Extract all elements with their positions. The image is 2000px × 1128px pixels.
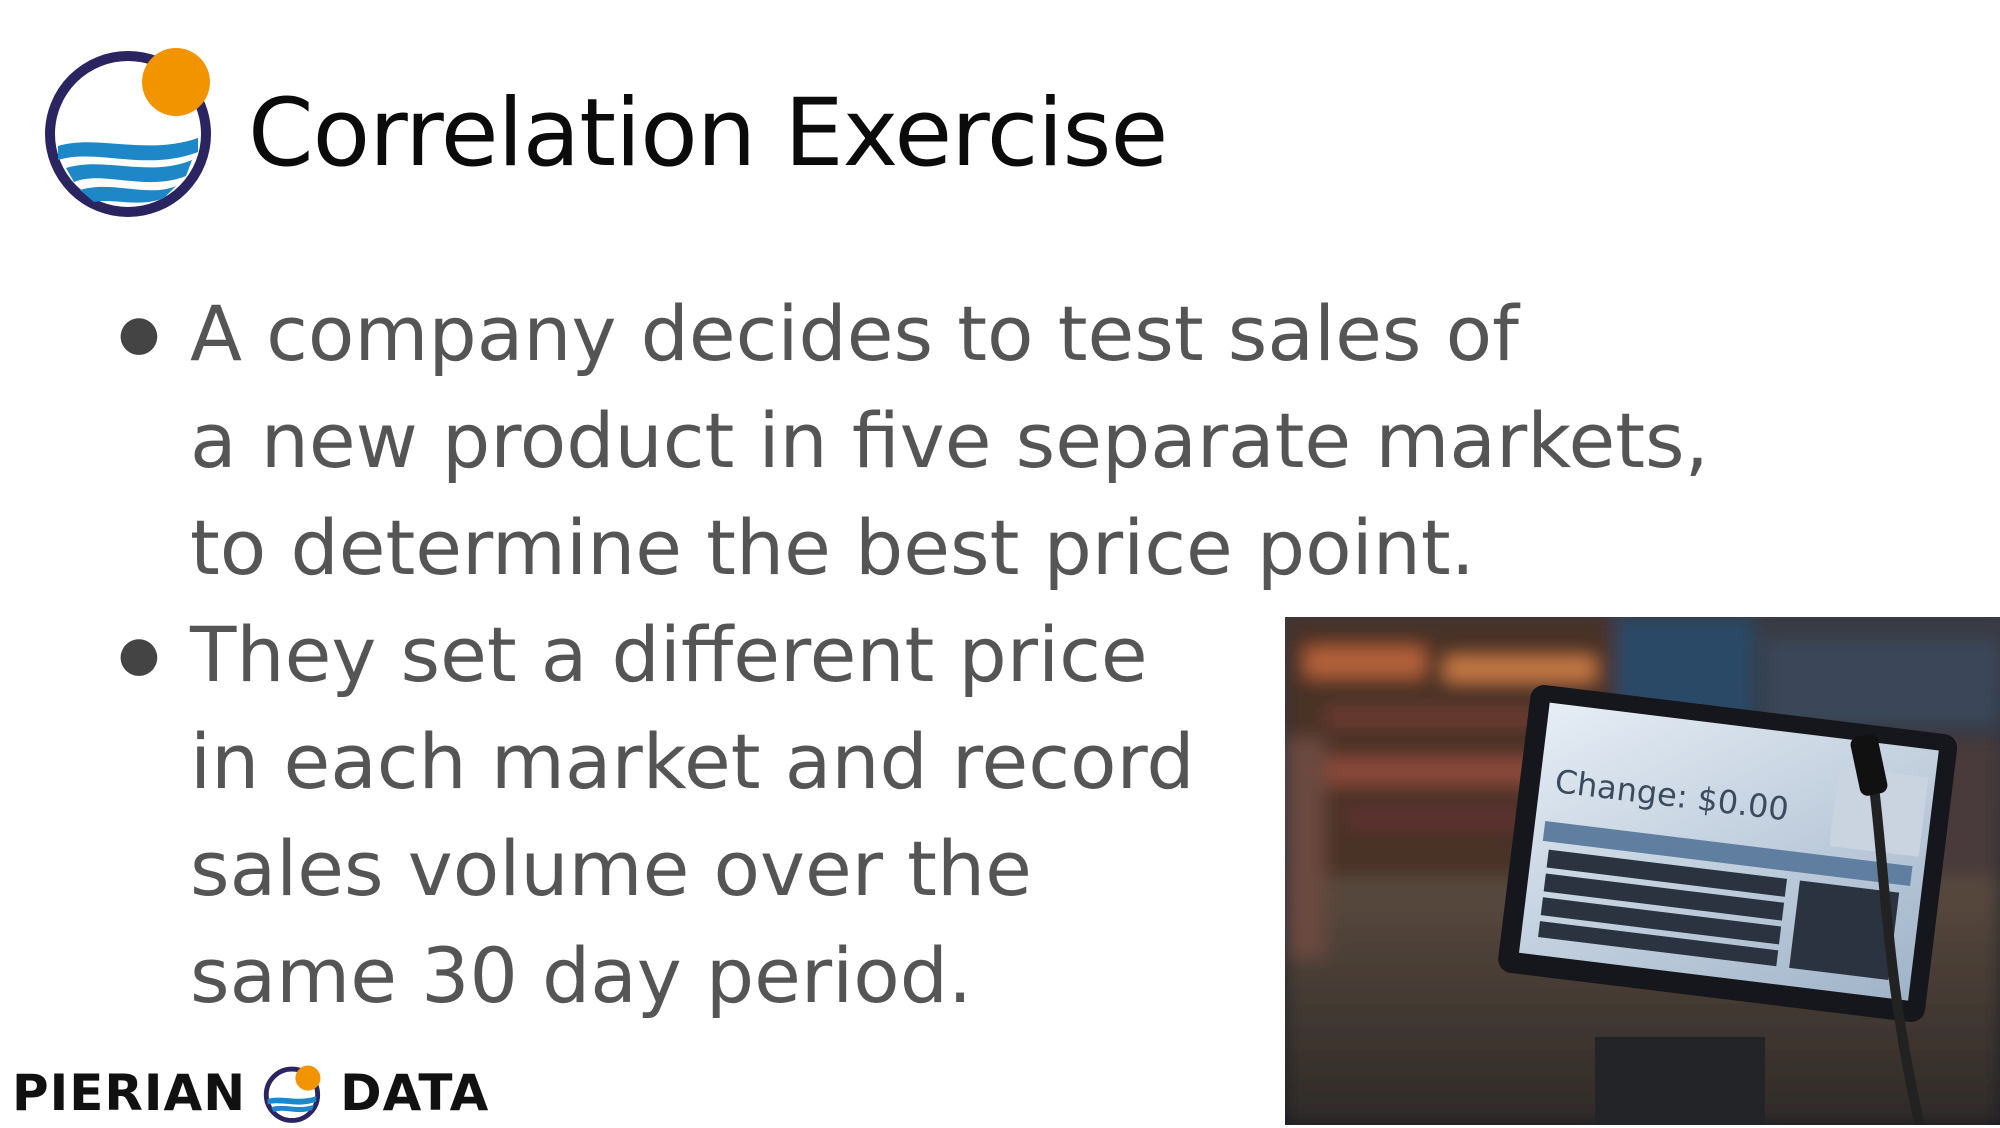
pos-terminal-photo: Change: $0.00 (1285, 617, 2000, 1125)
pierian-small-logo-icon (263, 1065, 321, 1123)
bullet-line: to determine the best price point. (190, 503, 1475, 592)
bullet-item: ● A company decides to test sales of a n… (110, 280, 1709, 601)
pierian-logo-icon (45, 48, 211, 217)
bullet-line: A company decides to test sales of (190, 289, 1519, 378)
bullet-dot-icon: ● (118, 305, 160, 361)
bullet-line: a new product in five separate markets, (190, 396, 1709, 485)
footer-brand: PIERIAN DATA (12, 1058, 489, 1128)
bullet-dot-icon: ● (118, 626, 160, 682)
brand-left-text: PIERIAN (12, 1064, 247, 1122)
slide: Correlation Exercise ● A company decides… (0, 0, 2000, 1125)
slide-title: Correlation Exercise (248, 79, 1168, 188)
brand-right-text: DATA (340, 1064, 490, 1122)
